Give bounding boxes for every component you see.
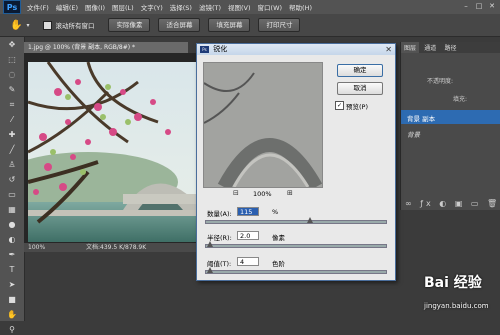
path-select-tool-icon[interactable]: ➤ xyxy=(5,279,19,290)
layer-name-background: 背景 xyxy=(407,131,420,139)
move-tool-icon[interactable]: ✥ xyxy=(5,39,19,50)
preview-label: 预览(P) xyxy=(346,103,368,111)
dialog-title: 锐化 xyxy=(213,45,228,53)
dialog-titlebar[interactable]: Ps 锐化 ✕ xyxy=(197,44,395,55)
brush-tool-icon[interactable]: ╱ xyxy=(5,144,19,155)
shape-tool-icon[interactable]: ■ xyxy=(5,294,19,305)
threshold-slider[interactable] xyxy=(205,267,387,274)
actual-pixels-button[interactable]: 实际像素 xyxy=(108,18,151,32)
hand-tool-icon[interactable]: ✋ xyxy=(10,20,22,31)
layer-row-background[interactable]: 背景 xyxy=(401,126,500,140)
close-icon[interactable]: ✕ xyxy=(487,2,497,11)
amount-input[interactable]: 115 xyxy=(237,207,259,216)
type-tool-icon[interactable]: T xyxy=(5,264,19,275)
menu-type[interactable]: 文字(Y) xyxy=(141,2,163,12)
document-info: 文档:439.5 K/878.9K xyxy=(86,244,147,251)
preview-checkbox[interactable]: ✓ xyxy=(335,101,344,110)
clone-stamp-tool-icon[interactable]: ♙ xyxy=(5,159,19,170)
filter-preview[interactable] xyxy=(203,62,323,188)
layer-actions-icons[interactable]: ∞ ƒx ◐ ▣ ▭ 🗑 xyxy=(405,199,500,208)
tab-channels[interactable]: 通道 xyxy=(421,42,439,53)
threshold-slider-thumb[interactable] xyxy=(206,267,213,273)
preview-image xyxy=(204,63,322,187)
cancel-button[interactable]: 取消 xyxy=(337,82,383,95)
minimize-icon[interactable]: – xyxy=(461,2,471,11)
threshold-unit: 色阶 xyxy=(272,260,285,268)
fit-screen-button[interactable]: 适合屏幕 xyxy=(158,18,201,32)
menu-select[interactable]: 选择(S) xyxy=(170,2,192,12)
menu-view[interactable]: 视图(V) xyxy=(228,2,251,12)
tab-layers[interactable]: 图层 xyxy=(401,42,420,53)
tools-panel: ✥ ⬚ ◌ ✎ ⌗ ⁄ ✚ ╱ ♙ ↺ ▭ ▦ ● ◐ ✒ T ➤ ■ ✋ ⚲ xyxy=(0,37,25,334)
pen-tool-icon[interactable]: ✒ xyxy=(5,249,19,260)
sharpen-dialog: Ps 锐化 ✕ ⊟ 100% ⊞ 确定 取消 ✓ 预览(P) 数量(A): 11… xyxy=(196,43,396,281)
zoom-out-icon[interactable]: ⊟ xyxy=(233,189,239,197)
amount-slider[interactable] xyxy=(205,217,387,224)
print-size-button[interactable]: 打印尺寸 xyxy=(258,18,301,32)
baidu-logo: Bai 经验 xyxy=(424,275,482,291)
maximize-icon[interactable]: □ xyxy=(474,2,484,11)
layer-row-background-copy[interactable]: 背景 副本 xyxy=(401,110,500,124)
marquee-tool-icon[interactable]: ⬚ xyxy=(5,54,19,65)
radius-unit: 像素 xyxy=(272,234,285,242)
scroll-all-windows-checkbox[interactable] xyxy=(43,20,53,30)
menu-edit[interactable]: 编辑(E) xyxy=(56,2,78,12)
menu-filter[interactable]: 滤镜(T) xyxy=(199,2,221,12)
quick-select-tool-icon[interactable]: ✎ xyxy=(5,84,19,95)
crop-tool-icon[interactable]: ⌗ xyxy=(5,99,19,110)
ok-button[interactable]: 确定 xyxy=(337,64,383,77)
options-bar: ✋ ▾ 滚动所有窗口 实际像素 适合屏幕 填充屏幕 打印尺寸 xyxy=(0,14,500,37)
photoshop-logo: Ps xyxy=(3,0,21,14)
baidu-watermark: Bai 经验 jingyan.baidu.com xyxy=(424,270,500,321)
amount-label: 数量(A): xyxy=(207,210,232,218)
lasso-tool-icon[interactable]: ◌ xyxy=(5,69,19,80)
opacity-label: 不透明度: xyxy=(427,78,454,85)
amount-slider-thumb[interactable] xyxy=(307,217,314,223)
watermark-url: jingyan.baidu.com xyxy=(424,302,489,310)
panel-tabs: 图层 通道 路径 xyxy=(401,42,500,53)
amount-unit: % xyxy=(272,208,279,216)
menu-help[interactable]: 帮助(H) xyxy=(289,2,312,12)
gradient-tool-icon[interactable]: ▦ xyxy=(5,204,19,215)
dialog-app-icon: Ps xyxy=(200,46,209,53)
fill-label: 填充: xyxy=(453,96,468,103)
document-tab[interactable]: 1.jpg @ 100% (背景 副本, RGB/8#) * xyxy=(24,42,188,53)
preview-zoom: 100% xyxy=(253,190,272,198)
zoom-level[interactable]: 100% xyxy=(28,243,45,252)
radius-slider-thumb[interactable] xyxy=(206,241,213,247)
threshold-input[interactable]: 4 xyxy=(237,257,259,266)
fill-screen-button[interactable]: 填充屏幕 xyxy=(208,18,251,32)
tab-paths[interactable]: 路径 xyxy=(442,42,460,53)
blur-tool-icon[interactable]: ● xyxy=(5,219,19,230)
eyedropper-tool-icon[interactable]: ⁄ xyxy=(5,114,19,125)
menu-window[interactable]: 窗口(W) xyxy=(258,2,283,12)
healing-brush-tool-icon[interactable]: ✚ xyxy=(5,129,19,140)
zoom-tool-icon[interactable]: ⚲ xyxy=(5,324,19,335)
menu-bar: Ps 文件(F) 编辑(E) 图像(I) 图层(L) 文字(Y) 选择(S) 滤… xyxy=(0,0,500,14)
hand-tool-icon[interactable]: ✋ xyxy=(5,309,19,320)
menu-layer[interactable]: 图层(L) xyxy=(112,2,134,12)
menu-image[interactable]: 图像(I) xyxy=(85,2,105,12)
zoom-in-icon[interactable]: ⊞ xyxy=(287,189,293,197)
close-icon[interactable]: ✕ xyxy=(385,44,392,55)
radius-input[interactable]: 2.0 xyxy=(237,231,259,240)
menu-file[interactable]: 文件(F) xyxy=(27,2,49,12)
tool-preset-chevron-down-icon[interactable]: ▾ xyxy=(26,22,29,29)
layers-panel: 图层 通道 路径 不透明度: 填充: 背景 副本 背景 ∞ ƒx ◐ ▣ ▭ 🗑 xyxy=(400,42,500,210)
eraser-tool-icon[interactable]: ▭ xyxy=(5,189,19,200)
history-brush-tool-icon[interactable]: ↺ xyxy=(5,174,19,185)
layer-name: 背景 副本 xyxy=(407,115,436,123)
scroll-all-windows-label: 滚动所有窗口 xyxy=(55,22,95,30)
dodge-tool-icon[interactable]: ◐ xyxy=(5,234,19,245)
radius-slider[interactable] xyxy=(205,241,387,248)
